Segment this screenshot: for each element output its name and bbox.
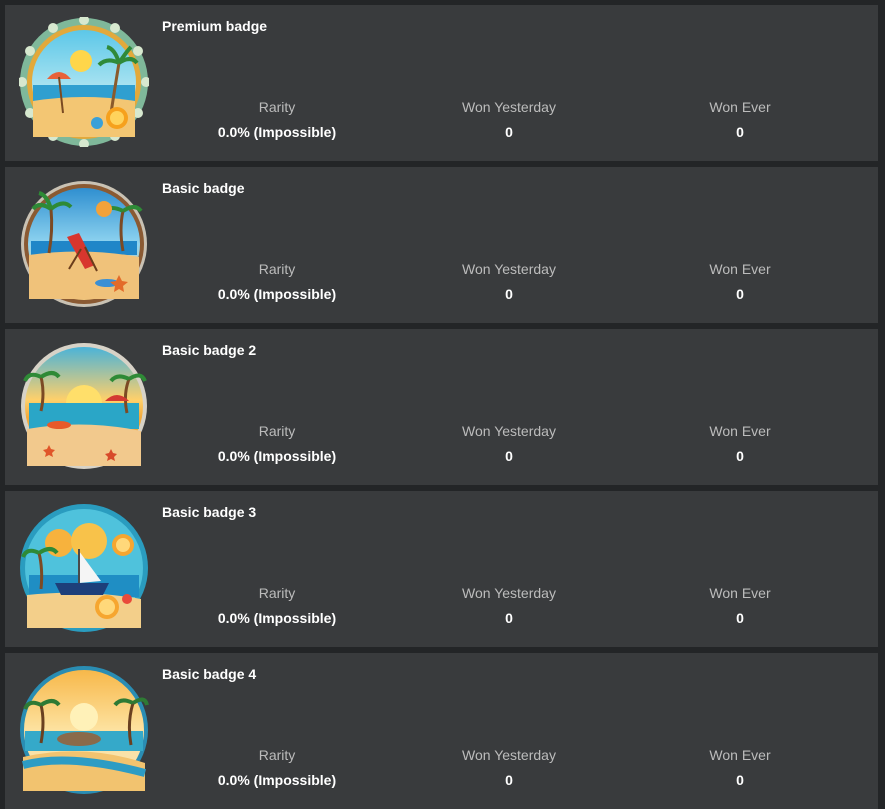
rarity-label: Rarity [258,261,296,277]
won-yesterday-value: 0 [505,610,513,626]
badge-card-basic-2[interactable]: Basic badge 2 Rarity 0.0% (Impossible) W… [5,329,878,485]
won-yesterday-stat: Won Yesterday 0 [409,745,609,790]
won-ever-stat: Won Ever 0 [640,421,840,466]
won-yesterday-label: Won Yesterday [462,423,556,439]
won-ever-value: 0 [736,772,744,788]
won-yesterday-label: Won Yesterday [462,99,556,115]
badge-title: Basic badge 4 [162,666,257,682]
won-yesterday-value: 0 [505,772,513,788]
won-ever-stat: Won Ever 0 [640,97,840,142]
won-ever-value: 0 [736,610,744,626]
won-yesterday-value: 0 [505,286,513,302]
badge-title: Basic badge [162,180,245,196]
won-ever-label: Won Ever [709,747,771,763]
won-yesterday-stat: Won Yesterday 0 [409,421,609,466]
won-yesterday-stat: Won Yesterday 0 [409,97,609,142]
basic-badge-3-icon[interactable] [19,503,149,633]
won-yesterday-stat: Won Yesterday 0 [409,259,609,304]
rarity-stat: Rarity 0.0% (Impossible) [177,97,377,142]
badge-title: Premium badge [162,18,268,34]
won-yesterday-value: 0 [505,448,513,464]
badge-card-basic-3[interactable]: Basic badge 3 Rarity 0.0% (Impossible) W… [5,491,878,647]
won-yesterday-label: Won Yesterday [462,585,556,601]
won-yesterday-stat: Won Yesterday 0 [409,583,609,628]
won-ever-stat: Won Ever 0 [640,259,840,304]
rarity-label: Rarity [258,585,296,601]
won-ever-stat: Won Ever 0 [640,583,840,628]
rarity-value: 0.0% (Impossible) [217,286,337,302]
won-ever-value: 0 [736,124,744,140]
rarity-stat: Rarity 0.0% (Impossible) [177,421,377,466]
badge-title: Basic badge 3 [162,504,257,520]
badge-title: Basic badge 2 [162,342,257,358]
rarity-label: Rarity [258,747,296,763]
won-ever-value: 0 [736,448,744,464]
won-ever-label: Won Ever [709,423,771,439]
won-ever-value: 0 [736,286,744,302]
won-ever-stat: Won Ever 0 [640,745,840,790]
rarity-value: 0.0% (Impossible) [217,124,337,140]
rarity-label: Rarity [258,99,296,115]
premium-badge-icon[interactable] [19,17,149,147]
badge-card-basic-4[interactable]: Basic badge 4 Rarity 0.0% (Impossible) W… [5,653,878,809]
rarity-value: 0.0% (Impossible) [217,448,337,464]
badge-list: Premium badge Rarity 0.0% (Impossible) W… [0,0,885,809]
won-ever-label: Won Ever [709,261,771,277]
won-ever-label: Won Ever [709,585,771,601]
basic-badge-4-icon[interactable] [19,665,149,795]
basic-badge-2-icon[interactable] [19,341,149,471]
rarity-stat: Rarity 0.0% (Impossible) [177,745,377,790]
rarity-value: 0.0% (Impossible) [217,610,337,626]
basic-badge-icon[interactable] [19,179,149,309]
won-ever-label: Won Ever [709,99,771,115]
won-yesterday-label: Won Yesterday [462,261,556,277]
rarity-value: 0.0% (Impossible) [217,772,337,788]
badge-card-premium[interactable]: Premium badge Rarity 0.0% (Impossible) W… [5,5,878,161]
badge-card-basic[interactable]: Basic badge Rarity 0.0% (Impossible) Won… [5,167,878,323]
won-yesterday-value: 0 [505,124,513,140]
won-yesterday-label: Won Yesterday [462,747,556,763]
rarity-stat: Rarity 0.0% (Impossible) [177,583,377,628]
rarity-stat: Rarity 0.0% (Impossible) [177,259,377,304]
rarity-label: Rarity [258,423,296,439]
